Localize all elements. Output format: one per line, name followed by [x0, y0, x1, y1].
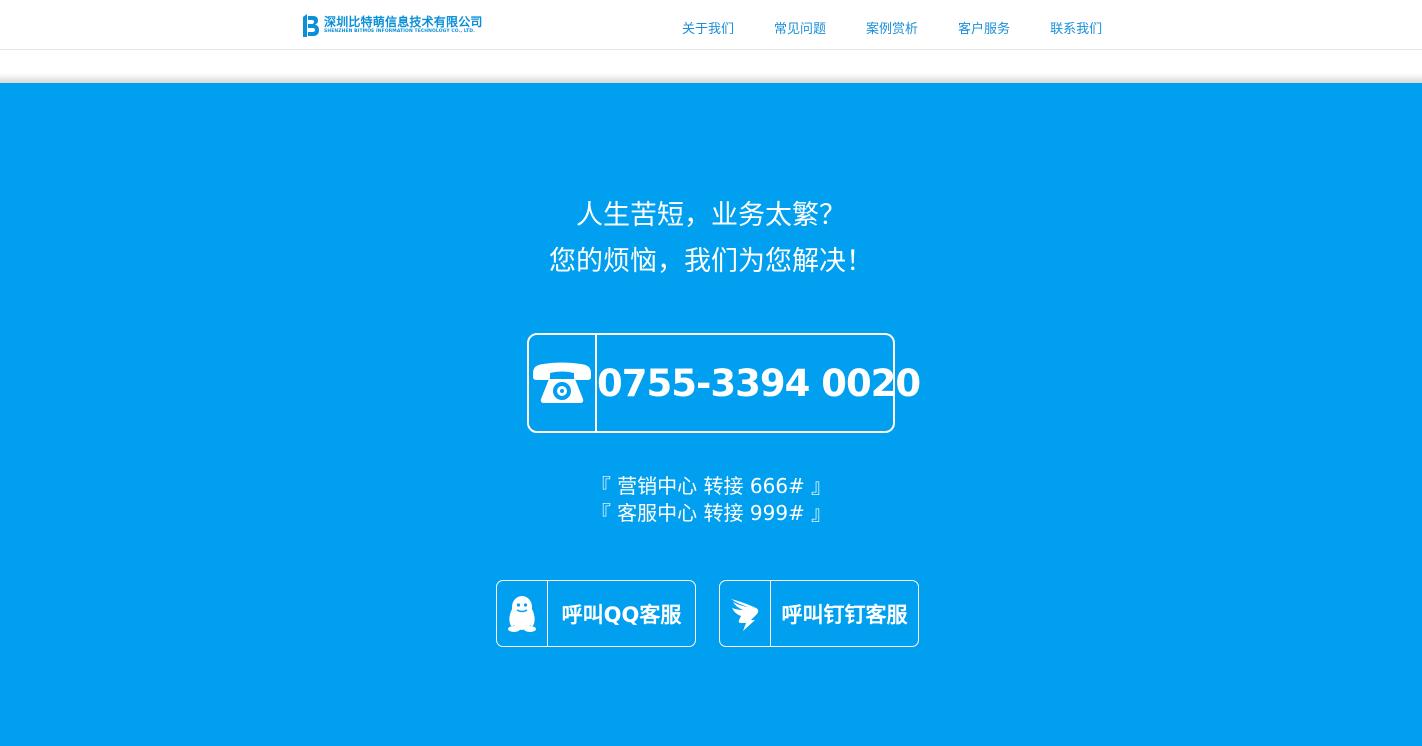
- call-qq-button[interactable]: 呼叫QQ客服: [496, 580, 696, 647]
- slogan-line-1: 人生苦短，业务太繁？: [576, 200, 846, 231]
- nav-item-about[interactable]: 关于我们: [682, 18, 734, 37]
- extension-info: 『 营销中心 转接 666# 』 『 客服中心 转接 999# 』: [0, 473, 1422, 527]
- site-header: 深圳比特萌信息技术有限公司 SHENZHEN BITMOE INFORMATIO…: [0, 0, 1422, 50]
- call-dingtalk-label: 呼叫钉钉客服: [781, 602, 908, 627]
- dingtalk-icon: [720, 581, 771, 646]
- nav-item-contact[interactable]: 联系我们: [1050, 18, 1102, 37]
- nav-item-customer-service[interactable]: 客户服务: [958, 18, 1010, 37]
- contact-section: 人生苦短，业务太繁？ 您的烦恼，我们为您解决！ 0755-3394 0020 『…: [0, 83, 1422, 746]
- slogan: 人生苦短，业务太繁？ 您的烦恼，我们为您解决！: [0, 193, 1422, 285]
- call-dingtalk-button[interactable]: 呼叫钉钉客服: [719, 580, 919, 647]
- qq-penguin-icon: [497, 581, 548, 646]
- nav-item-faq[interactable]: 常见问题: [774, 18, 826, 37]
- header-shadow-band: [0, 50, 1422, 83]
- ext-service-line: 『 客服中心 转接 999# 』: [590, 501, 832, 525]
- call-qq-label: 呼叫QQ客服: [561, 602, 682, 627]
- company-logo[interactable]: 深圳比特萌信息技术有限公司 SHENZHEN BITMOE INFORMATIO…: [302, 14, 483, 37]
- nav-item-cases[interactable]: 案例赏析: [866, 18, 918, 37]
- phone-hotline-box[interactable]: 0755-3394 0020: [527, 333, 921, 433]
- phone-number: 0755-3394 0020: [597, 361, 921, 405]
- ext-marketing-line: 『 营销中心 转接 666# 』: [590, 474, 832, 498]
- company-name-en: SHENZHEN BITMOE INFORMATION TECHNOLOGY C…: [324, 29, 475, 35]
- slogan-line-2: 您的烦恼，我们为您解决！: [549, 246, 873, 277]
- main-nav: 关于我们 常见问题 案例赏析 客户服务 联系我们: [682, 18, 1102, 37]
- telephone-icon: [529, 335, 597, 431]
- logo-b-icon: [302, 14, 319, 37]
- company-name-cn: 深圳比特萌信息技术有限公司: [324, 15, 483, 30]
